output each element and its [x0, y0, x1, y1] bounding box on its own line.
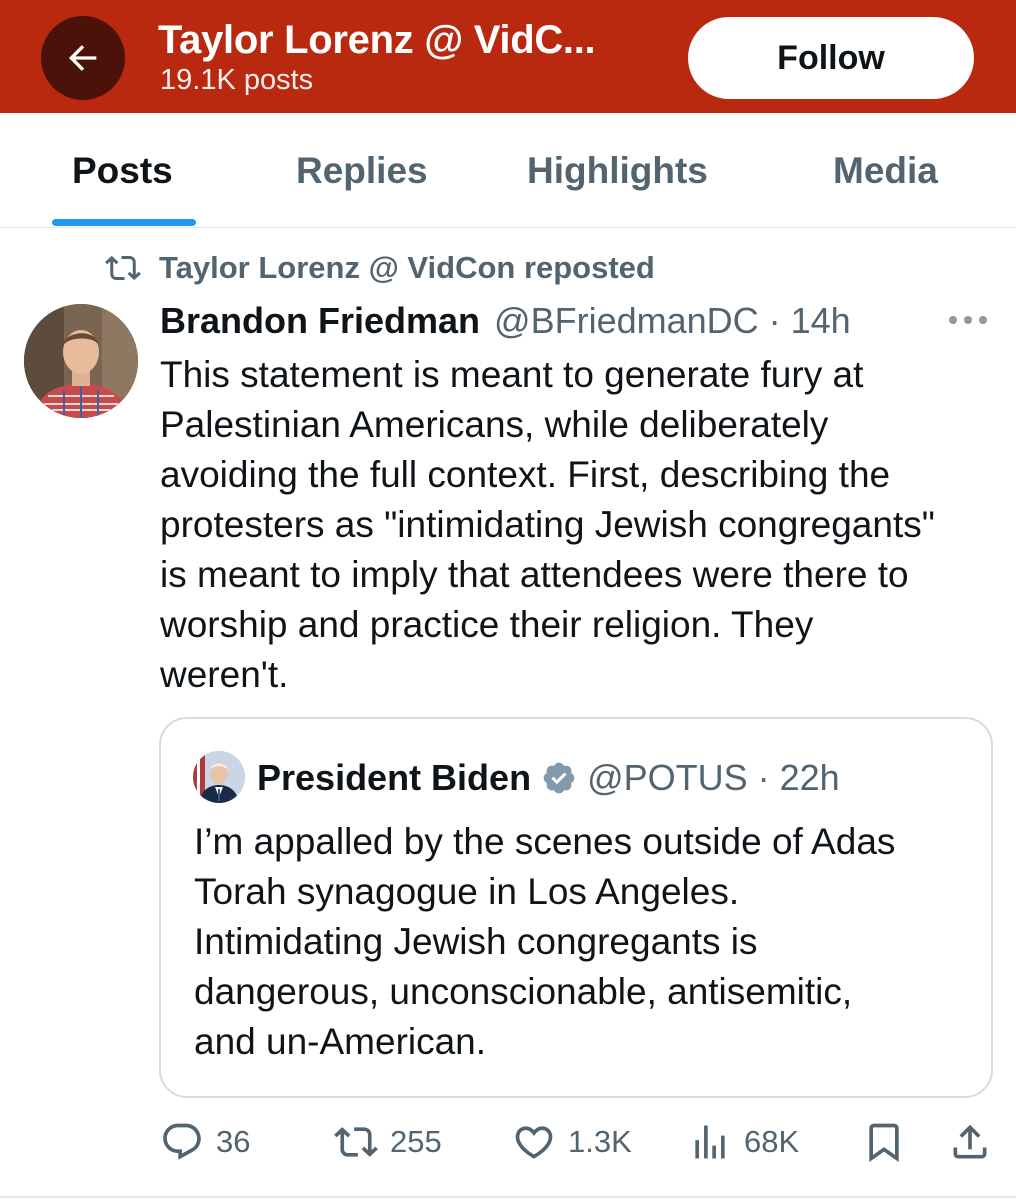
post-count: 19.1K posts [160, 64, 314, 96]
quote-text-line: Intimidating Jewish congregants is [194, 921, 758, 962]
quote-text: I’m appalled by the scenes outside of Ad… [194, 817, 984, 1067]
back-button[interactable] [41, 16, 125, 100]
share-icon [953, 1124, 987, 1159]
reply-count: 36 [216, 1124, 251, 1159]
quote-author-name: President Biden [257, 757, 532, 798]
post-author-line: Brandon Friedman @BFriedmanDC · 14h [160, 300, 851, 342]
post-text-line: This statement is meant to generate fury… [160, 354, 864, 395]
quoted-post-card[interactable]: President Biden @POTUS · 22h I’m appalle… [159, 717, 993, 1098]
post-divider [0, 1196, 1016, 1198]
like-count: 1.3K [568, 1124, 632, 1159]
quote-text-line: I’m appalled by the scenes outside of Ad… [194, 821, 896, 862]
repost-button[interactable]: 255 [334, 1120, 442, 1164]
repost-label: Taylor Lorenz @ VidCon reposted [159, 250, 655, 285]
author-handle-time[interactable]: @BFriedmanDC · 14h [494, 300, 851, 342]
post-text-line: avoiding the full context. First, descri… [160, 454, 891, 495]
post-text-line: is meant to imply that attendees were th… [160, 554, 909, 595]
quote-text-line: and un-American. [194, 1021, 487, 1062]
follow-button[interactable]: Follow [688, 17, 974, 99]
post-text: This statement is meant to generate fury… [160, 350, 990, 700]
author-avatar[interactable] [24, 304, 138, 418]
tab-media[interactable]: Media [833, 150, 938, 192]
quote-text-line: Torah synagogue in Los Angeles. [194, 871, 740, 912]
bookmark-button[interactable] [862, 1120, 906, 1164]
profile-title: Taylor Lorenz @ VidC... [158, 18, 596, 62]
repost-count: 255 [390, 1124, 442, 1159]
tab-posts[interactable]: Posts [72, 150, 173, 192]
post-text-line: worship and practice their religion. The… [160, 604, 814, 645]
bookmark-icon [869, 1123, 899, 1163]
repost-action-icon [334, 1127, 378, 1157]
heart-icon [515, 1126, 553, 1159]
verified-badge-icon [543, 762, 575, 794]
tab-highlights[interactable]: Highlights [527, 150, 708, 192]
quote-text-line: dangerous, unconscionable, antisemitic, [194, 971, 853, 1012]
quote-author-line: President Biden @POTUS · 22h [257, 757, 840, 799]
post-text-line: weren't. [160, 654, 289, 695]
share-button[interactable] [948, 1120, 992, 1164]
analytics-icon [695, 1125, 725, 1159]
reply-button[interactable]: 36 [160, 1120, 250, 1164]
post-text-line: protesters as "intimidating Jewish congr… [160, 504, 935, 545]
author-name[interactable]: Brandon Friedman [160, 300, 480, 342]
repost-icon [105, 255, 141, 281]
like-button[interactable]: 1.3K [512, 1120, 632, 1164]
tab-replies[interactable]: Replies [296, 150, 428, 192]
quote-author-handle-time: @POTUS · 22h [587, 757, 840, 798]
active-tab-indicator [52, 219, 196, 226]
quote-avatar-image [193, 751, 245, 803]
avatar-image [24, 304, 138, 418]
views-button[interactable]: 68K [688, 1120, 799, 1164]
post-text-line: Palestinian Americans, while deliberatel… [160, 404, 829, 445]
profile-header: Taylor Lorenz @ VidC... 19.1K posts Foll… [0, 0, 1016, 113]
arrow-left-icon [69, 45, 97, 71]
view-count: 68K [744, 1124, 800, 1159]
more-options-icon[interactable] [946, 308, 990, 332]
quote-author-avatar [193, 751, 245, 803]
reply-icon [163, 1123, 201, 1160]
profile-tabs: Posts Replies Highlights Media [0, 113, 1016, 228]
repost-indicator[interactable]: Taylor Lorenz @ VidCon reposted [105, 250, 655, 286]
